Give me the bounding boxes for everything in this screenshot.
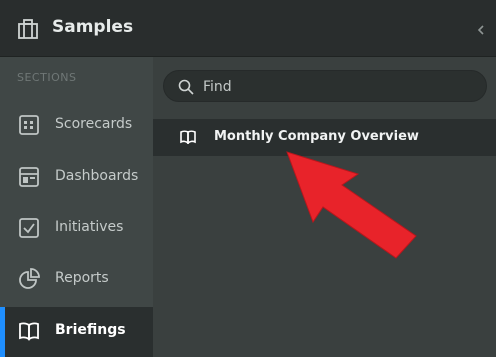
sidebar-item-initiatives[interactable]: Initiatives — [0, 204, 153, 254]
search-input[interactable] — [201, 76, 475, 98]
annotation-arrow-icon — [286, 151, 417, 259]
sidebar-item-dashboards[interactable]: Dashboards — [0, 153, 153, 203]
app-window: Samples SECTIONS Scorecards Dashboards I… — [0, 0, 496, 357]
scorecard-icon — [19, 115, 39, 135]
sidebar-section-title: SECTIONS — [17, 71, 77, 84]
sidebar-item-label: Scorecards — [55, 116, 133, 132]
sidebar-item-label: Dashboards — [55, 168, 139, 184]
book-icon — [19, 322, 39, 341]
sidebar-item-label: Initiatives — [55, 219, 124, 235]
app-title: Samples — [52, 17, 134, 37]
pie-chart-icon — [19, 268, 40, 289]
header: Samples — [0, 0, 496, 57]
sidebar-item-scorecards[interactable]: Scorecards — [0, 101, 153, 151]
chevron-left-icon[interactable] — [476, 23, 486, 37]
checkbox-icon — [19, 218, 39, 238]
search-box[interactable] — [163, 70, 487, 102]
briefing-title: Monthly Company Overview — [214, 129, 419, 144]
search-icon — [178, 79, 194, 95]
dashboard-icon — [19, 167, 39, 187]
sidebar-item-reports[interactable]: Reports — [0, 255, 153, 305]
briefcase-icon — [18, 19, 38, 39]
sidebar: SECTIONS Scorecards Dashboards Initiativ… — [0, 57, 153, 357]
book-icon — [180, 130, 196, 144]
sidebar-item-label: Briefings — [55, 322, 126, 338]
sidebar-item-label: Reports — [55, 270, 109, 286]
sidebar-item-briefings[interactable]: Briefings — [0, 307, 153, 357]
